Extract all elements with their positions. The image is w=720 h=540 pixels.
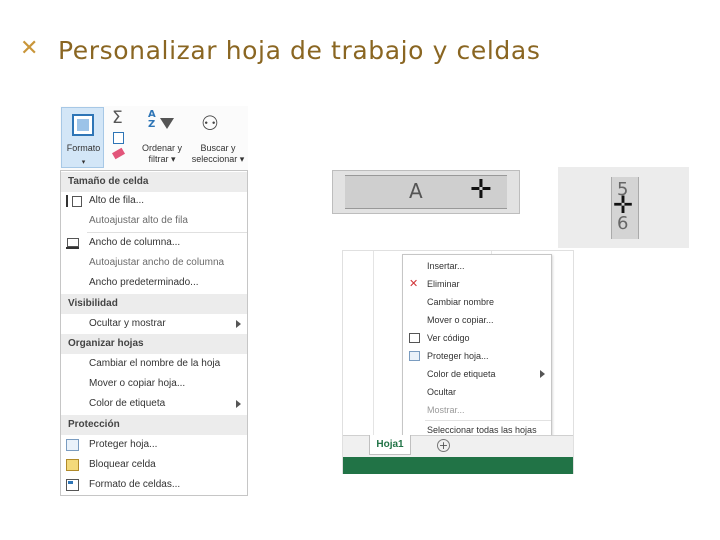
submenu-arrow-icon	[236, 400, 241, 408]
context-item-rename[interactable]: Cambiar nombre	[403, 293, 551, 311]
eraser-icon[interactable]	[111, 147, 126, 160]
menu-item-autofit-row-height[interactable]: Autoajustar alto de fila	[61, 211, 247, 231]
menu-item-label: Color de etiqueta	[89, 398, 166, 409]
protect-sheet-icon	[409, 351, 420, 361]
format-dropdown-menu: Tamaño de celda Alto de fila... Autoajus…	[60, 170, 248, 496]
format-button-label: Formato	[66, 143, 101, 153]
menu-item-label: Mover o copiar hoja...	[89, 378, 186, 389]
sort-az-icon: AZ	[148, 109, 156, 130]
row-number-bottom: 6	[617, 213, 629, 234]
ribbon-cells-editing: Formato ▾ Σ AZ Ordenar y filtrar ▾ ⚇ Bus…	[60, 106, 248, 170]
menu-item-column-width[interactable]: Ancho de columna...	[61, 233, 247, 253]
menu-item-label: Autoajustar ancho de columna	[89, 257, 225, 268]
menu-section-protection: Protección	[61, 415, 247, 435]
status-bar	[343, 457, 573, 474]
menu-item-label: Cambiar el nombre de la hoja	[89, 358, 221, 369]
menu-item-label: Ancho de columna...	[89, 237, 181, 248]
delete-icon: ✕	[409, 277, 419, 290]
context-item-label: Ocultar	[427, 387, 457, 397]
format-cells-icon	[66, 479, 79, 491]
menu-item-move-copy-sheet[interactable]: Mover o copiar hoja...	[61, 374, 247, 394]
context-item-insert[interactable]: Insertar...	[403, 257, 551, 275]
context-item-label: Proteger hoja...	[427, 351, 489, 361]
menu-item-label: Ocultar y mostrar	[89, 318, 166, 329]
context-item-hide[interactable]: Ocultar	[403, 383, 551, 401]
context-item-label: Insertar...	[427, 261, 465, 271]
menu-item-rename-sheet[interactable]: Cambiar el nombre de la hoja	[61, 354, 247, 374]
menu-section-cell-size: Tamaño de celda	[61, 172, 247, 192]
menu-item-label: Bloquear celda	[89, 459, 156, 470]
column-width-icon	[66, 237, 79, 249]
context-item-label: Eliminar	[427, 279, 460, 289]
gridline	[373, 251, 374, 436]
chevron-down-icon: ▾	[81, 159, 86, 166]
submenu-arrow-icon	[540, 370, 545, 378]
context-item-label: Cambiar nombre	[427, 297, 495, 307]
sheet-tab-bar: Hoja1 +	[343, 435, 573, 457]
menu-item-default-width[interactable]: Ancho predeterminado...	[61, 273, 247, 293]
menu-item-format-cells[interactable]: Formato de celdas...	[61, 475, 247, 495]
sort-filter-button[interactable]: Ordenar y filtrar ▾	[140, 143, 184, 165]
filter-icon	[160, 118, 174, 129]
menu-section-organize-sheets: Organizar hojas	[61, 334, 247, 354]
format-table-icon	[72, 114, 94, 136]
context-item-delete[interactable]: ✕ Eliminar	[403, 275, 551, 293]
protect-sheet-icon	[66, 439, 79, 451]
menu-item-label: Formato de celdas...	[89, 479, 181, 490]
menu-item-protect-sheet[interactable]: Proteger hoja...	[61, 435, 247, 455]
submenu-arrow-icon	[236, 320, 241, 328]
format-button[interactable]: Formato ▾	[61, 107, 104, 168]
menu-item-label: Alto de fila...	[89, 195, 145, 206]
context-item-view-code[interactable]: Ver código	[403, 329, 551, 347]
find-select-button[interactable]: Buscar y seleccionar ▾	[188, 143, 248, 165]
slide-title: Personalizar hoja de trabajo y celdas	[58, 36, 541, 65]
menu-item-label: Ancho predeterminado...	[89, 277, 199, 288]
menu-section-visibility: Visibilidad	[61, 294, 247, 314]
column-header-letter: A	[409, 179, 423, 203]
lock-icon	[66, 459, 79, 471]
column-resize-cursor-icon: ✛	[470, 175, 492, 205]
context-item-move-copy[interactable]: Mover o copiar...	[403, 311, 551, 329]
context-item-label: Seleccionar todas las hojas	[427, 425, 537, 435]
context-item-tab-color[interactable]: Color de etiqueta	[403, 365, 551, 383]
context-item-label: Mover o copiar...	[427, 315, 494, 325]
menu-item-hide-unhide[interactable]: Ocultar y mostrar	[61, 314, 247, 334]
autosum-icon[interactable]: Σ	[112, 108, 123, 128]
menu-item-row-height[interactable]: Alto de fila...	[61, 191, 247, 211]
menu-item-label: Proteger hoja...	[89, 439, 158, 450]
context-item-protect-sheet[interactable]: Proteger hoja...	[403, 347, 551, 365]
context-item-label: Ver código	[427, 333, 470, 343]
binoculars-icon: ⚇	[201, 111, 219, 135]
sheet-tab-hoja1[interactable]: Hoja1	[369, 435, 411, 455]
row-header-bar: 5 ✛ 6	[611, 177, 639, 239]
row-resize-illustration: 5 ✛ 6	[558, 167, 689, 248]
menu-item-label: Autoajustar alto de fila	[89, 215, 188, 226]
context-item-label: Color de etiqueta	[427, 369, 496, 379]
row-height-icon	[66, 195, 82, 207]
add-sheet-icon[interactable]: +	[437, 439, 450, 452]
bullet-x-icon: ✕	[20, 36, 39, 61]
context-item-unhide: Mostrar...	[403, 401, 551, 419]
menu-item-autofit-column-width[interactable]: Autoajustar ancho de columna	[61, 253, 247, 273]
column-resize-illustration: A ✛	[332, 170, 520, 214]
sheet-tab-context-menu: Insertar... ✕ Eliminar Cambiar nombre Mo…	[402, 254, 552, 440]
fill-icon[interactable]	[113, 132, 124, 144]
menu-item-lock-cell[interactable]: Bloquear celda	[61, 455, 247, 475]
view-code-icon	[409, 333, 420, 343]
context-item-label: Mostrar...	[427, 405, 465, 415]
menu-item-tab-color[interactable]: Color de etiqueta	[61, 394, 247, 414]
